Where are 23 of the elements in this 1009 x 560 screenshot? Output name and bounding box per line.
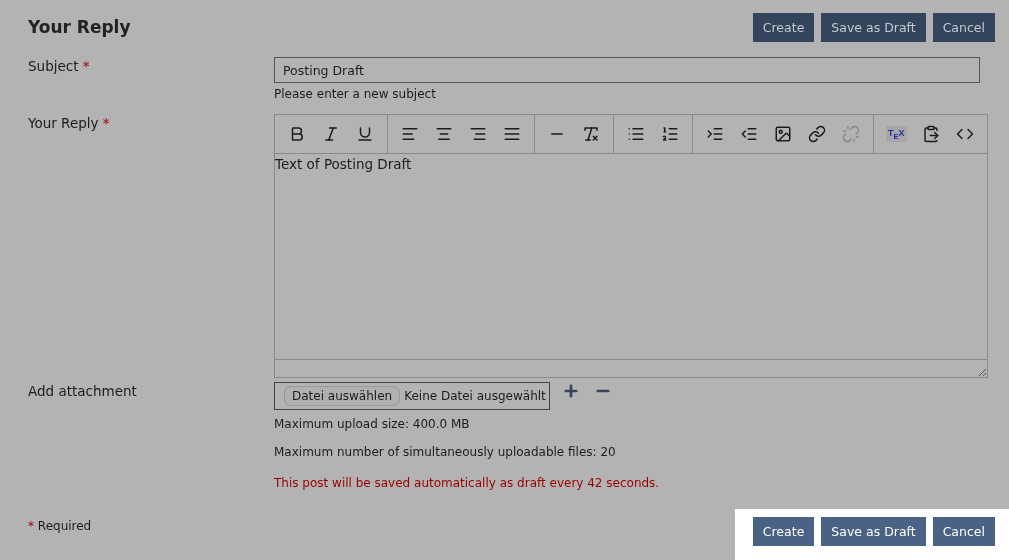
choose-file-button[interactable]: Datei auswählen (284, 386, 401, 406)
form-button[interactable]: Create (752, 517, 815, 546)
form-button[interactable]: Create (752, 12, 815, 42)
field-label: Subject * (28, 57, 91, 76)
field-hint: Please enter a new subject (274, 87, 437, 101)
required-note: * Required (27, 518, 92, 533)
upload-size-note: Maximum upload size: 400.0 MB (274, 417, 471, 431)
form-button[interactable]: Cancel (932, 12, 995, 42)
editor-text: Text of Posting Draft (275, 155, 413, 174)
field-label: Your Reply * (28, 114, 111, 133)
form-button[interactable]: Save as Draft (821, 12, 926, 42)
resize-grip-icon[interactable] (977, 368, 987, 377)
file-input[interactable]: Datei auswählen Keine Datei ausgewählt (274, 382, 550, 410)
upload-count-note: Maximum number of simultaneously uploadable files: 20 (274, 445, 617, 459)
subject-field[interactable]: Posting Draft (274, 57, 980, 83)
section-title: Your Reply (28, 17, 131, 37)
field-label: Add attachment (28, 382, 138, 401)
form-button[interactable]: Cancel (932, 517, 995, 546)
tex-button[interactable]: T$_{E}$X (886, 125, 907, 143)
file-status: Keine Datei ausgewählt (404, 389, 546, 403)
rich-text-editor[interactable]: T$_{E}$X Text of Posting Draft (274, 114, 988, 378)
autosave-note: This post will be saved automatically as draft every 42 seconds. (274, 476, 661, 490)
form-button[interactable]: Save as Draft (821, 517, 926, 546)
